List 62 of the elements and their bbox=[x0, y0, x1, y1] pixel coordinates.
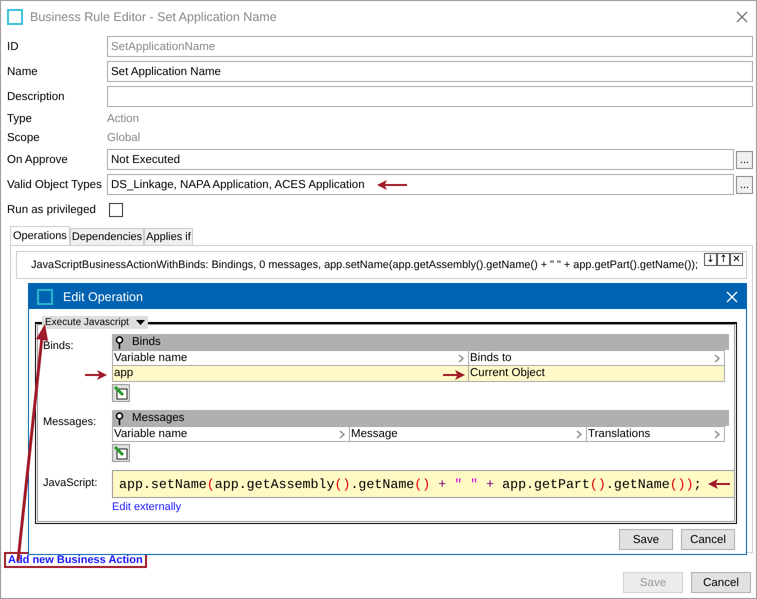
window-title: Business Rule Editor - Set Application Name bbox=[30, 10, 278, 24]
row-control-button[interactable]: ✕ bbox=[730, 253, 743, 266]
browse-button[interactable]: ... bbox=[736, 150, 753, 168]
input-field[interactable] bbox=[107, 86, 753, 107]
column-header[interactable]: Variable name bbox=[113, 351, 469, 365]
input-field[interactable]: DS_Linkage, NAPA Application, ACES Application bbox=[107, 174, 734, 195]
browse-button[interactable]: ... bbox=[736, 176, 753, 194]
field-label: Type bbox=[7, 112, 33, 124]
tab[interactable]: Dependencies bbox=[70, 228, 144, 245]
table-cell: Current Object bbox=[469, 366, 725, 381]
operation-text: JavaScriptBusinessActionWithBinds: Bindings, 0 messages, app.setName(app.getAssembly().getName() + " " + app.getPart().getName()); bbox=[31, 259, 698, 271]
chevron-icon bbox=[714, 430, 720, 438]
field-label: Scope bbox=[7, 132, 41, 144]
field-value: Not Executed bbox=[111, 154, 180, 166]
pencil-icon[interactable] bbox=[112, 444, 130, 462]
chevron-icon bbox=[714, 354, 720, 362]
column-header[interactable]: Binds to bbox=[469, 351, 725, 365]
tab[interactable]: Applies if bbox=[144, 228, 193, 245]
chevron-icon bbox=[458, 354, 464, 362]
table-title: Binds bbox=[132, 336, 161, 348]
chevron-icon bbox=[576, 430, 582, 438]
row-control-button[interactable]: ↑ bbox=[717, 253, 730, 266]
edit-externally-link[interactable]: Edit externally bbox=[112, 501, 182, 513]
pencil-icon[interactable] bbox=[112, 384, 130, 402]
type-dropdown[interactable]: Execute Javascript bbox=[42, 316, 148, 329]
caret-icon bbox=[136, 320, 145, 326]
field-label: On Approve bbox=[7, 154, 69, 166]
annotation-arrow bbox=[443, 370, 465, 380]
column-header[interactable]: Variable name bbox=[113, 427, 350, 441]
field-value: Global bbox=[107, 132, 140, 144]
field-label: ID bbox=[7, 40, 20, 52]
dialog-title: Edit Operation bbox=[63, 290, 144, 304]
field-label: Description bbox=[7, 90, 66, 102]
field-value: DS_Linkage, NAPA Application, ACES Application bbox=[111, 178, 365, 190]
input-field[interactable]: SetApplicationName bbox=[107, 36, 753, 57]
window-icon bbox=[7, 8, 23, 24]
code-field[interactable]: app.setName(app.getAssembly().getName() + " " + app.getPart().getName()); bbox=[112, 470, 735, 498]
table-row[interactable]: app Current Object bbox=[112, 366, 725, 382]
pin-icon bbox=[115, 412, 124, 424]
close-icon[interactable] bbox=[736, 10, 748, 22]
input-field[interactable]: Set Application Name bbox=[107, 61, 753, 82]
column-header[interactable]: Message bbox=[350, 427, 587, 441]
operation-row[interactable]: JavaScriptBusinessActionWithBinds: Bindings, 0 messages, app.setName(app.getAssembly().getName() + " " + app.getPart().getName()); ↓ ↑ ✕ bbox=[16, 251, 747, 279]
cancel-button[interactable]: Cancel bbox=[681, 529, 735, 550]
section-label: JavaScript: bbox=[42, 476, 98, 491]
field-label: Valid Object Types bbox=[7, 178, 103, 190]
section-label: Messages: bbox=[42, 415, 98, 430]
field-label: Run as privileged bbox=[7, 204, 97, 216]
pin-icon bbox=[115, 336, 124, 348]
chevron-icon bbox=[339, 430, 345, 438]
save-button[interactable]: Save bbox=[619, 529, 673, 550]
row-control-button[interactable]: ↓ bbox=[704, 253, 717, 266]
checkbox[interactable] bbox=[109, 202, 123, 216]
input-field[interactable]: Not Executed bbox=[107, 149, 734, 170]
window-icon bbox=[37, 288, 53, 304]
section-label: Binds: bbox=[42, 339, 75, 354]
tab[interactable]: Operations bbox=[10, 226, 70, 245]
field-label: Name bbox=[7, 66, 39, 78]
cancel-button[interactable]: Cancel bbox=[691, 572, 751, 593]
column-header[interactable]: Translations bbox=[587, 427, 725, 441]
field-value: Action bbox=[107, 112, 139, 124]
table-title: Messages bbox=[132, 412, 184, 424]
